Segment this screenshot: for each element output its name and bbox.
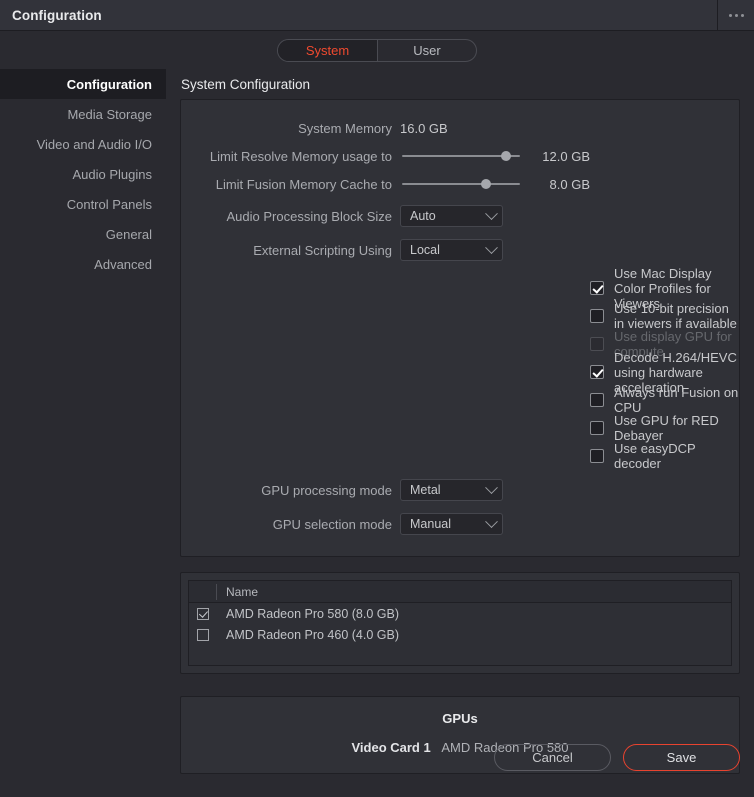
row-external-scripting: External Scripting Using Local: [181, 236, 739, 264]
checkbox-always-run-fusion-on-cpu[interactable]: [590, 393, 604, 407]
checkbox-row-decode-h264-hevc[interactable]: Decode H.264/HEVC using hardware acceler…: [181, 350, 739, 395]
label-limit-fusion-cache: Limit Fusion Memory Cache to: [215, 176, 392, 192]
label-audio-block-size: Audio Processing Block Size: [226, 208, 392, 224]
slider-knob[interactable]: [501, 151, 511, 161]
checkbox-label: Use easyDCP decoder: [614, 441, 696, 471]
select-external-scripting[interactable]: Local: [400, 239, 503, 261]
select-external-scripting-value: Local: [410, 243, 440, 257]
window-titlebar: Configuration: [0, 0, 754, 31]
chevron-down-icon: [485, 240, 498, 254]
slider-limit-resolve-memory[interactable]: [402, 149, 520, 163]
gpu-table-header: Name: [189, 581, 731, 603]
save-button[interactable]: Save: [623, 743, 740, 771]
gpu-table-empty-space: [189, 645, 731, 665]
gpu-table-header-name: Name: [226, 584, 259, 599]
chevron-down-icon: [485, 514, 498, 528]
select-audio-block-size[interactable]: Auto: [400, 205, 503, 227]
gpu-row-checkbox[interactable]: [197, 628, 209, 641]
gpu-table-header-checkbox-col: [189, 583, 217, 600]
label-gpu-processing-mode: GPU processing mode: [261, 482, 392, 498]
checkbox-easydcp-decoder[interactable]: [590, 449, 604, 463]
slider-knob[interactable]: [481, 179, 491, 189]
content-area: System Configuration System Memory 16.0 …: [166, 69, 754, 774]
checkbox-row-easydcp-decoder[interactable]: Use easyDCP decoder: [181, 441, 739, 471]
select-gpu-processing-mode-value: Metal: [410, 483, 441, 497]
gpu-table: Name AMD Radeon Pro 580 (8.0 GB) AMD Rad…: [188, 580, 732, 666]
system-configuration-panel: System Memory 16.0 GB Limit Resolve Memo…: [180, 99, 740, 557]
slider-track: [402, 183, 520, 185]
checkbox-label: Use GPU for RED Debayer: [614, 413, 719, 443]
checkbox-display-gpu-compute: [590, 337, 604, 351]
table-row[interactable]: AMD Radeon Pro 460 (4.0 GB): [189, 624, 731, 645]
gpu-row-checkbox-cell[interactable]: [189, 628, 217, 641]
sidebar-item-control-panels[interactable]: Control Panels: [0, 189, 166, 219]
sidebar-item-media-storage[interactable]: Media Storage: [0, 99, 166, 129]
segmented-control: System User: [277, 38, 477, 62]
row-limit-resolve-memory: Limit Resolve Memory usage to 12.0 GB: [181, 142, 739, 170]
label-external-scripting: External Scripting Using: [253, 242, 392, 258]
checkbox-row-always-run-fusion-on-cpu[interactable]: Always run Fusion on CPU: [181, 385, 739, 415]
chevron-down-icon: [485, 206, 498, 220]
sidebar-item-advanced[interactable]: Advanced: [0, 249, 166, 279]
checkbox-mac-display-color-profiles[interactable]: [590, 281, 604, 295]
checkbox-row-10bit-precision[interactable]: Use 10-bit precision in viewers if avail…: [181, 301, 739, 331]
select-gpu-selection-mode[interactable]: Manual: [400, 513, 503, 535]
select-gpu-selection-mode-value: Manual: [410, 517, 451, 531]
body-split: Configuration Media Storage Video and Au…: [0, 69, 754, 774]
label-limit-resolve-memory: Limit Resolve Memory usage to: [209, 148, 392, 164]
row-gpu-processing-mode: GPU processing mode Metal: [181, 476, 739, 504]
sidebar-item-general[interactable]: General: [0, 219, 166, 249]
row-audio-block-size: Audio Processing Block Size Auto: [181, 202, 739, 230]
gpu-row-name: AMD Radeon Pro 580 (8.0 GB): [226, 606, 399, 621]
gpu-row-checkbox[interactable]: [197, 607, 209, 620]
sidebar-item-configuration[interactable]: Configuration: [0, 69, 166, 99]
label-gpu-selection-mode: GPU selection mode: [272, 516, 392, 532]
gpu-row-checkbox-cell[interactable]: [189, 607, 217, 620]
tab-system[interactable]: System: [278, 39, 377, 61]
sidebar: Configuration Media Storage Video and Au…: [0, 69, 166, 717]
chevron-down-icon: [485, 480, 498, 494]
ellipsis-dot: [728, 13, 732, 17]
label-system-memory: System Memory: [298, 120, 392, 136]
select-audio-block-size-value: Auto: [410, 209, 436, 223]
sidebar-item-audio-plugins[interactable]: Audio Plugins: [0, 159, 166, 189]
sidebar-item-video-and-audio-io[interactable]: Video and Audio I/O: [0, 129, 166, 159]
ellipsis-dot: [740, 13, 744, 17]
checkbox-10bit-precision[interactable]: [590, 309, 604, 323]
ellipsis-icon[interactable]: [717, 0, 754, 30]
checkbox-row-gpu-red-debayer[interactable]: Use GPU for RED Debayer: [181, 413, 739, 443]
checkbox-decode-h264-hevc[interactable]: [590, 365, 604, 379]
page-title: System Configuration: [181, 76, 311, 92]
table-row[interactable]: AMD Radeon Pro 580 (8.0 GB): [189, 603, 731, 624]
select-gpu-processing-mode[interactable]: Metal: [400, 479, 503, 501]
gpu-list-panel: Name AMD Radeon Pro 580 (8.0 GB) AMD Rad…: [180, 572, 740, 674]
checkbox-label: Always run Fusion on CPU: [614, 385, 739, 415]
value-limit-fusion-cache: 8.0 GB: [549, 176, 590, 192]
value-limit-resolve-memory: 12.0 GB: [542, 148, 590, 164]
gpu-row-name: AMD Radeon Pro 460 (4.0 GB): [226, 627, 399, 642]
slider-limit-fusion-cache[interactable]: [402, 177, 520, 191]
row-limit-fusion-cache: Limit Fusion Memory Cache to 8.0 GB: [181, 170, 739, 198]
footer-actions: Cancel Save: [0, 717, 754, 797]
tab-bar: System User: [0, 31, 754, 69]
checkbox-row-mac-display-color-profiles[interactable]: Use Mac Display Color Profiles for Viewe…: [181, 266, 739, 311]
row-system-memory: System Memory 16.0 GB: [181, 114, 739, 142]
tab-user[interactable]: User: [377, 39, 476, 61]
ellipsis-dot: [734, 13, 738, 17]
checkbox-gpu-red-debayer[interactable]: [590, 421, 604, 435]
value-system-memory: 16.0 GB: [400, 120, 448, 136]
checkbox-label: Use 10-bit precision in viewers if avail…: [614, 301, 737, 331]
cancel-button[interactable]: Cancel: [494, 743, 611, 771]
window-title: Configuration: [12, 7, 102, 23]
row-gpu-selection-mode: GPU selection mode Manual: [181, 510, 739, 538]
